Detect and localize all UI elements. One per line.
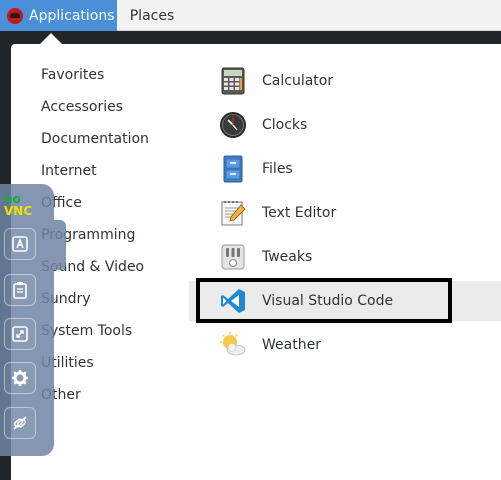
novnc-clipboard-button[interactable] bbox=[4, 274, 36, 306]
text-editor-icon bbox=[221, 201, 246, 226]
app-label-calculator: Calculator bbox=[262, 73, 334, 89]
app-label-tweaks: Tweaks bbox=[262, 249, 313, 265]
clock-icon bbox=[220, 112, 246, 138]
app-item-clocks[interactable]: Clocks bbox=[189, 105, 501, 145]
app-item-text-editor[interactable]: Text Editor bbox=[189, 193, 501, 233]
app-label-weather: Weather bbox=[262, 337, 321, 353]
keyboard-icon bbox=[12, 236, 28, 252]
applications-menu-button[interactable]: Applications bbox=[0, 0, 117, 31]
app-label-text-editor: Text Editor bbox=[262, 205, 337, 221]
tweaks-icon bbox=[221, 244, 245, 270]
category-accessories[interactable]: Accessories bbox=[41, 95, 123, 119]
calculator-icon bbox=[221, 67, 245, 95]
places-menu-button[interactable]: Places bbox=[117, 0, 187, 31]
app-item-files[interactable]: Files bbox=[189, 149, 501, 189]
files-icon bbox=[223, 155, 243, 183]
redhat-logo-icon bbox=[7, 7, 23, 24]
app-item-tweaks[interactable]: Tweaks bbox=[189, 237, 501, 277]
app-item-calculator[interactable]: Calculator bbox=[189, 61, 501, 101]
category-favorites[interactable]: Favorites bbox=[41, 63, 104, 87]
novnc-fullscreen-button[interactable] bbox=[4, 318, 36, 350]
category-documentation[interactable]: Documentation bbox=[41, 127, 149, 151]
weather-icon bbox=[220, 332, 246, 356]
novnc-logo-vnc: VNC bbox=[4, 204, 33, 218]
novnc-panel-handle[interactable] bbox=[54, 220, 66, 270]
novnc-settings-button[interactable] bbox=[4, 362, 36, 394]
novnc-logo: no VNC bbox=[4, 193, 44, 219]
app-label-clocks: Clocks bbox=[262, 117, 308, 133]
menu-pointer-arrow bbox=[40, 33, 62, 44]
clipboard-icon bbox=[13, 282, 27, 299]
top-bar: Applications Places bbox=[0, 0, 501, 31]
app-item-weather[interactable]: Weather bbox=[189, 325, 501, 365]
applications-menu-label: Applications bbox=[29, 7, 115, 24]
category-system-tools[interactable]: System Tools bbox=[41, 319, 132, 343]
novnc-disconnect-button[interactable] bbox=[4, 407, 36, 439]
disconnect-icon bbox=[13, 416, 27, 430]
fullscreen-icon bbox=[12, 326, 28, 342]
app-label-files: Files bbox=[262, 161, 293, 177]
selection-highlight-box bbox=[196, 278, 452, 323]
settings-icon bbox=[12, 370, 28, 386]
novnc-keyboard-button[interactable] bbox=[4, 228, 36, 260]
category-internet[interactable]: Internet bbox=[41, 159, 97, 183]
